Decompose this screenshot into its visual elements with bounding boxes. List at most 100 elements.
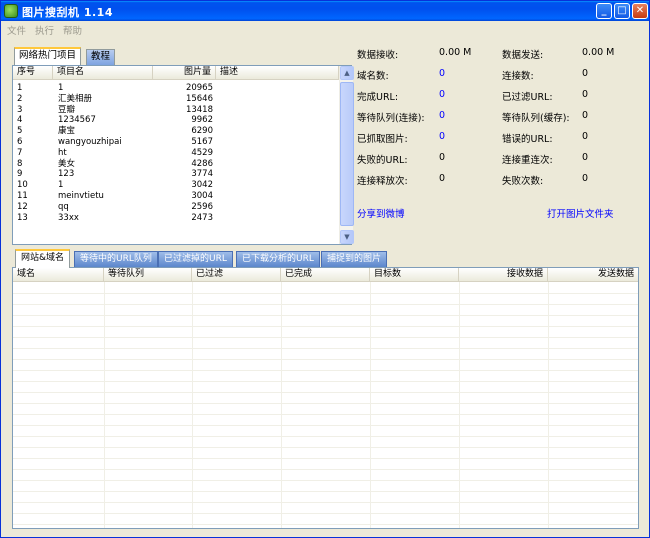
tab-captured-images[interactable]: 捕捉到的图片 (321, 251, 388, 267)
grid-divider (13, 414, 638, 415)
col-sent-data[interactable]: 发送数据 (548, 268, 638, 282)
app-window: 图片搜刮机 1.14 _ □ ✕ 文件 执行 帮助 网络热门项目 教程 序号 项… (0, 0, 650, 538)
tab-downloaded-urls[interactable]: 已下载分析的URL (236, 251, 320, 267)
grid-divider (459, 282, 460, 528)
grid-divider (13, 524, 638, 525)
table-row[interactable]: 5 康宝 6290 (13, 126, 339, 137)
close-button[interactable]: ✕ (632, 3, 648, 19)
scroll-up-icon[interactable]: ▲ (340, 66, 354, 80)
menu-run[interactable]: 执行 (35, 23, 54, 37)
maximize-button[interactable]: □ (614, 3, 630, 19)
row-index: 8 (17, 158, 23, 169)
row-image-count: 13418 (185, 104, 213, 115)
stat-label: 域名数: (357, 71, 389, 82)
stat-label: 连接数: (502, 71, 534, 82)
grid-divider (13, 337, 638, 338)
scroll-thumb[interactable] (340, 82, 354, 226)
table-row[interactable]: 4 1234567 9962 (13, 115, 339, 126)
stat-value: 0.00 M (582, 47, 615, 58)
minimize-button[interactable]: _ (596, 3, 612, 19)
row-project-name: 美女 (58, 158, 76, 169)
stat-label: 连接重连次: (502, 155, 553, 166)
grid-divider (13, 436, 638, 437)
table-row[interactable]: 7 ht 4529 (13, 148, 339, 159)
col-completed[interactable]: 已完成 (281, 268, 370, 282)
row-project-name: 33xx (58, 212, 79, 223)
col-filtered[interactable]: 已过滤 (192, 268, 281, 282)
row-image-count: 2473 (191, 212, 213, 223)
row-project-name: 康宝 (58, 126, 76, 137)
tab-sites-domains[interactable]: 网站&域名 (15, 249, 71, 268)
stat-label: 错误的URL: (502, 134, 553, 145)
col-waiting-queue[interactable]: 等待队列 (104, 268, 192, 282)
stat-value: 0 (582, 68, 589, 79)
row-image-count: 2596 (191, 201, 213, 212)
grid-divider (13, 293, 638, 294)
table-row[interactable]: 9 123 3774 (13, 169, 339, 180)
stat-value: 0 (439, 173, 446, 184)
row-index: 2 (17, 93, 23, 104)
grid-divider (13, 469, 638, 470)
table-row[interactable]: 12 qq 2596 (13, 202, 339, 213)
col-description[interactable]: 描述 (216, 66, 339, 80)
tab-waiting-url-queue[interactable]: 等待中的URL队列 (74, 251, 158, 267)
table-row[interactable]: 10 1 3042 (13, 180, 339, 191)
window-title: 图片搜刮机 1.14 (22, 6, 113, 19)
table-row[interactable]: 6 wangyouzhipai 5167 (13, 137, 339, 148)
scroll-down-icon[interactable]: ▼ (340, 230, 354, 244)
table-row[interactable]: 1 1 20965 (13, 83, 339, 94)
open-image-folder-link[interactable]: 打开图片文件夹 (547, 206, 614, 220)
grid-divider (13, 348, 638, 349)
row-project-name: 豆瓣 (58, 104, 76, 115)
tab-tutorial[interactable]: 教程 (86, 49, 116, 65)
grid-divider (13, 502, 638, 503)
row-index: 6 (17, 137, 23, 147)
stat-value: 0 (582, 152, 589, 163)
row-index: 1 (17, 83, 23, 93)
col-domain[interactable]: 域名 (13, 268, 104, 282)
row-project-name: ht (58, 147, 67, 158)
stat-label: 失败次数: (502, 176, 544, 187)
col-project-name[interactable]: 项目名 (53, 66, 153, 80)
menu-file[interactable]: 文件 (7, 23, 26, 37)
stat-label: 已抓取图片: (357, 134, 408, 145)
grid-divider (13, 513, 638, 514)
row-project-name: 汇美相册 (58, 93, 93, 104)
col-image-count[interactable]: 图片量 (153, 66, 216, 80)
stat-label: 失败的URL: (357, 155, 408, 166)
project-table-header: 序号 项目名 图片量 描述 (13, 66, 339, 80)
grid-divider (370, 282, 371, 528)
project-table-scrollbar[interactable]: ▲ ▼ (339, 66, 354, 244)
table-row[interactable]: 13 33xx 2473 (13, 213, 339, 224)
row-image-count: 4529 (191, 147, 213, 158)
row-image-count: 3774 (191, 169, 213, 180)
share-to-weibo-link[interactable]: 分享到微博 (357, 206, 405, 220)
grid-divider (13, 370, 638, 371)
stat-label: 完成URL: (357, 92, 399, 103)
tab-filtered-urls[interactable]: 已过滤掉的URL (158, 251, 233, 267)
col-target-count[interactable]: 目标数 (370, 268, 459, 282)
menu-help[interactable]: 帮助 (63, 23, 82, 37)
grid-divider (281, 282, 282, 528)
stat-value: 0 (582, 131, 589, 142)
stat-label: 数据接收: (357, 50, 399, 61)
row-image-count: 6290 (191, 126, 213, 137)
stat-value: 0 (439, 68, 446, 79)
title-bar[interactable]: 图片搜刮机 1.14 _ □ ✕ (1, 1, 649, 21)
col-received-data[interactable]: 接收数据 (459, 268, 548, 282)
table-row[interactable]: 8 美女 4286 (13, 159, 339, 170)
table-row[interactable]: 11 meinvtietu 3004 (13, 191, 339, 202)
stat-label: 等待队列(缓存): (502, 113, 570, 124)
stat-value: 0 (582, 89, 589, 100)
row-image-count: 9962 (191, 115, 213, 126)
col-index[interactable]: 序号 (13, 66, 53, 80)
table-row[interactable]: 3 豆瓣 13418 (13, 105, 339, 116)
row-project-name: 123 (58, 169, 75, 180)
row-index: 9 (17, 169, 23, 180)
tab-hot-projects[interactable]: 网络热门项目 (14, 47, 82, 65)
grid-divider (192, 282, 193, 528)
grid-divider (13, 381, 638, 382)
grid-divider (548, 282, 549, 528)
table-row[interactable]: 2 汇美相册 15646 (13, 94, 339, 105)
row-image-count: 15646 (185, 93, 213, 104)
